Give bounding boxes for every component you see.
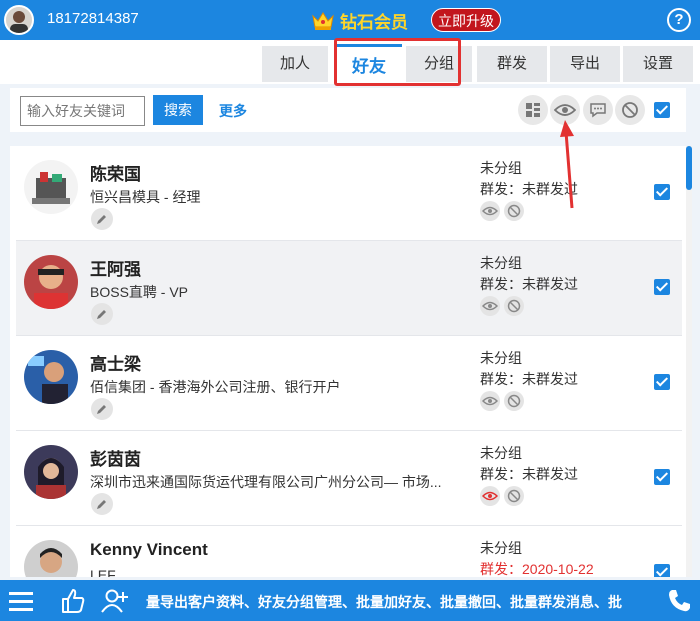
- friend-company: LEF: [90, 567, 116, 577]
- avatar: [24, 255, 78, 309]
- block-icon[interactable]: [504, 201, 524, 221]
- search-input[interactable]: [20, 96, 145, 126]
- phone-icon[interactable]: [664, 586, 694, 616]
- upgrade-button[interactable]: 立即升级: [431, 8, 501, 32]
- tab-bulk-send[interactable]: 群发: [477, 46, 547, 82]
- list-scrollbar-track[interactable]: [686, 146, 692, 577]
- row-checkbox[interactable]: [654, 279, 670, 295]
- user-avatar[interactable]: [4, 5, 34, 35]
- friend-name: 彭茵茵: [90, 450, 141, 469]
- help-icon[interactable]: ?: [667, 8, 691, 32]
- avatar: [24, 350, 78, 404]
- block-icon[interactable]: [504, 296, 524, 316]
- tab-friends[interactable]: 好友: [336, 44, 402, 84]
- friend-group: 未分组: [480, 160, 522, 176]
- list-item[interactable]: 王阿强 BOSS直聘 - VP 未分组 群发：未群发过: [16, 241, 682, 336]
- friend-group: 未分组: [480, 445, 522, 461]
- avatar: [24, 445, 78, 499]
- bulk-status: 群发：未群发过: [480, 371, 578, 387]
- bottom-bar: 量导出客户资料、好友分组管理、批量加好友、批量撤回、批量群发消息、批: [0, 580, 700, 621]
- bulk-status: 群发：未群发过: [480, 181, 578, 197]
- eye-icon[interactable]: [480, 391, 500, 411]
- tab-settings[interactable]: 设置: [623, 46, 693, 82]
- row-checkbox[interactable]: [654, 564, 670, 577]
- list-scrollbar-thumb[interactable]: [686, 146, 692, 190]
- main-tabs: 加人 好友 分组 群发 导出 设置: [0, 40, 700, 84]
- thumbs-up-icon[interactable]: [58, 586, 88, 616]
- list-item[interactable]: 彭茵茵 深圳市迅来通国际货运代理有限公司广州分公司— 市场... 未分组 群发：…: [16, 431, 682, 526]
- friend-list: 陈荣国 恒兴昌模具 - 经理 未分组 群发：未群发过 王阿强 BOSS直聘 - …: [10, 146, 686, 577]
- friend-group: 未分组: [480, 255, 522, 271]
- pencil-icon[interactable]: [91, 493, 113, 515]
- pencil-icon[interactable]: [91, 303, 113, 325]
- feature-marquee: 量导出客户资料、好友分组管理、批量加好友、批量撤回、批量群发消息、批: [146, 594, 622, 610]
- friend-company: 佰信集团 - 香港海外公司注册、银行开户: [90, 379, 341, 395]
- friend-company: 深圳市迅来通国际货运代理有限公司广州分公司— 市场...: [90, 474, 442, 490]
- row-checkbox[interactable]: [654, 374, 670, 390]
- eye-icon[interactable]: [480, 486, 500, 506]
- eye-icon[interactable]: [550, 95, 580, 125]
- block-icon[interactable]: [504, 486, 524, 506]
- add-user-icon[interactable]: [100, 586, 130, 616]
- account-phone: 18172814387: [47, 10, 139, 27]
- list-item[interactable]: 高士梁 佰信集团 - 香港海外公司注册、银行开户 未分组 群发：未群发过: [16, 336, 682, 431]
- bulk-status: 群发：未群发过: [480, 276, 578, 292]
- top-bar: 18172814387 钻石会员 立即升级 ?: [0, 0, 700, 40]
- row-checkbox[interactable]: [654, 184, 670, 200]
- search-button[interactable]: 搜索: [153, 95, 203, 125]
- tab-groups[interactable]: 分组: [406, 46, 472, 82]
- friend-company: BOSS直聘 - VP: [90, 284, 189, 300]
- block-icon[interactable]: [504, 391, 524, 411]
- eye-icon[interactable]: [480, 201, 500, 221]
- vip-label: 钻石会员: [340, 13, 408, 32]
- bulk-status: 群发：2020-10-22: [480, 561, 594, 577]
- avatar: [24, 540, 78, 577]
- row-checkbox[interactable]: [654, 469, 670, 485]
- list-item[interactable]: Kenny Vincent LEF 未分组 群发：2020-10-22: [16, 526, 682, 577]
- vip-badge: 钻石会员: [312, 8, 408, 33]
- friend-group: 未分组: [480, 540, 522, 556]
- friends-toolbar: 搜索 更多: [10, 88, 686, 132]
- friend-company: 恒兴昌模具 - 经理: [90, 189, 201, 205]
- menu-icon[interactable]: [6, 586, 36, 616]
- crown-icon: [312, 11, 334, 30]
- list-item[interactable]: 陈荣国 恒兴昌模具 - 经理 未分组 群发：未群发过: [16, 146, 682, 241]
- pencil-icon[interactable]: [91, 208, 113, 230]
- tab-export[interactable]: 导出: [550, 46, 620, 82]
- pencil-icon[interactable]: [91, 398, 113, 420]
- friend-name: 陈荣国: [90, 165, 141, 184]
- block-icon[interactable]: [615, 95, 645, 125]
- friend-name: Kenny Vincent: [90, 540, 208, 559]
- avatar: [24, 160, 78, 214]
- eye-icon[interactable]: [480, 296, 500, 316]
- friend-name: 高士梁: [90, 355, 141, 374]
- friend-group: 未分组: [480, 350, 522, 366]
- grid-icon[interactable]: [518, 95, 548, 125]
- tab-add[interactable]: 加人: [262, 46, 328, 82]
- bulk-status: 群发：未群发过: [480, 466, 578, 482]
- friend-name: 王阿强: [90, 260, 141, 279]
- more-link[interactable]: 更多: [219, 101, 247, 121]
- chat-icon[interactable]: [583, 95, 613, 125]
- select-all-checkbox[interactable]: [654, 102, 670, 118]
